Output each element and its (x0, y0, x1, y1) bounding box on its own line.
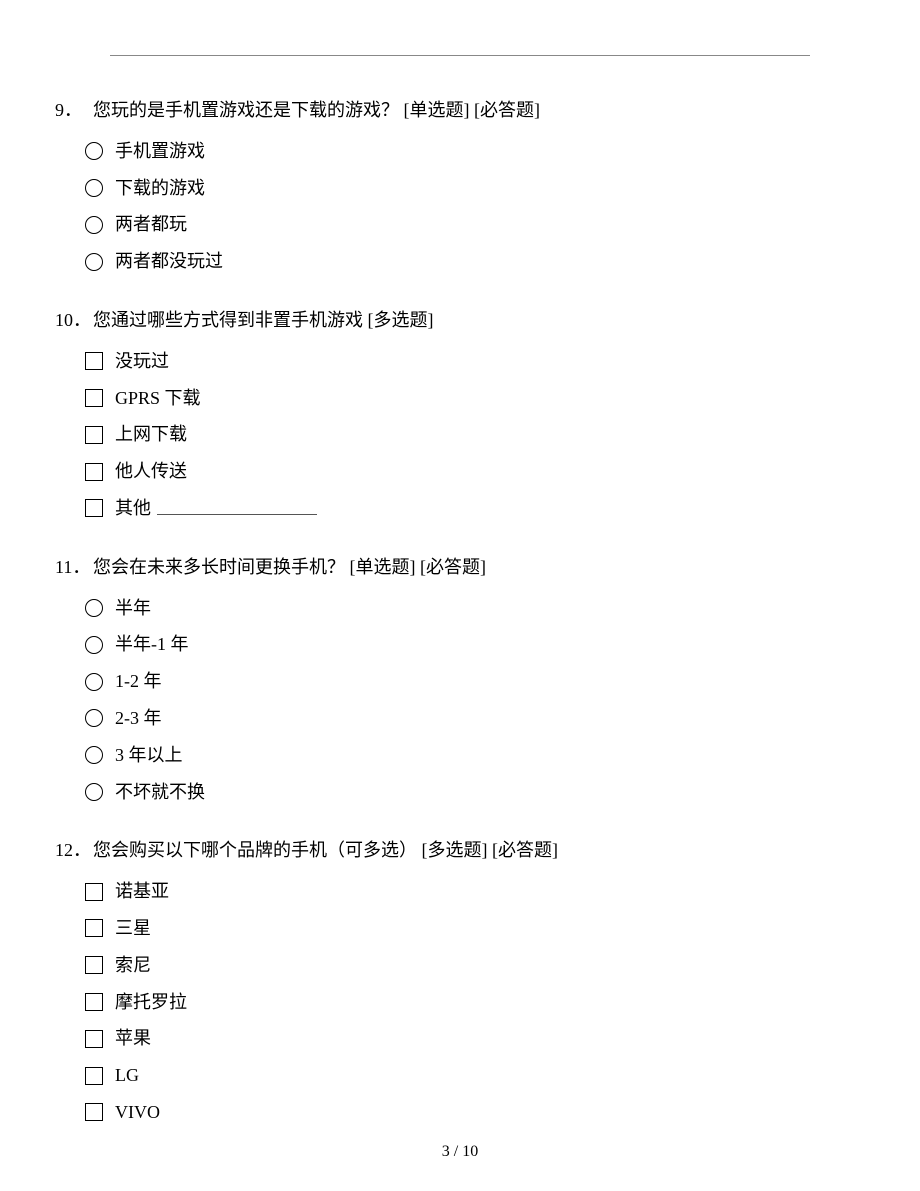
option-label: GPRS 下载 (115, 384, 201, 413)
question-header: 12． 您会购买以下哪个品牌的手机（可多选） [多选题] [必答题] (55, 836, 865, 865)
option-label: 索尼 (115, 951, 151, 980)
option[interactable]: 两者都玩 (85, 210, 865, 239)
question: 9．您玩的是手机置游戏还是下载的游戏？ [单选题] [必答题] 手机置游戏下载的游… (55, 96, 865, 276)
option-label: 半年 (115, 594, 151, 623)
option[interactable]: 摩托罗拉 (85, 988, 865, 1017)
radio-icon[interactable] (85, 216, 103, 234)
option[interactable]: 诺基亚 (85, 877, 865, 906)
checkbox-icon[interactable] (85, 352, 103, 370)
radio-icon[interactable] (85, 746, 103, 764)
option[interactable]: 半年 (85, 594, 865, 623)
checkbox-icon[interactable] (85, 883, 103, 901)
option-list: 半年半年-1 年 1-2 年 2-3 年 3 年以上不坏就不换 (55, 594, 865, 807)
question-text: 您会购买以下哪个品牌的手机（可多选） [多选题] [必答题] (93, 836, 558, 865)
question-header: 9．您玩的是手机置游戏还是下载的游戏？ [单选题] [必答题] (55, 96, 865, 125)
option[interactable]: 其他 (85, 494, 865, 523)
option-label: 苹果 (115, 1024, 151, 1053)
checkbox-icon[interactable] (85, 919, 103, 937)
option[interactable]: 半年-1 年 (85, 630, 865, 659)
option-label: 摩托罗拉 (115, 988, 187, 1017)
option-list: 没玩过 GPRS 下载上网下载他人传送其他 (55, 347, 865, 523)
option-label: VIVO (115, 1098, 160, 1127)
option-label: 两者都玩 (115, 210, 187, 239)
option[interactable]: 下载的游戏 (85, 174, 865, 203)
option[interactable]: 两者都没玩过 (85, 247, 865, 276)
checkbox-icon[interactable] (85, 1030, 103, 1048)
option-label: 其他 (115, 494, 151, 523)
checkbox-icon[interactable] (85, 426, 103, 444)
checkbox-icon[interactable] (85, 499, 103, 517)
option-list: 手机置游戏下载的游戏两者都玩两者都没玩过 (55, 137, 865, 276)
question-number: 12． (55, 836, 93, 865)
option-label: 上网下载 (115, 420, 187, 449)
option[interactable]: 3 年以上 (85, 741, 865, 770)
option[interactable]: 不坏就不换 (85, 778, 865, 807)
option[interactable]: 他人传送 (85, 457, 865, 486)
page-number: 3 / 10 (0, 1143, 920, 1161)
option[interactable]: 三星 (85, 914, 865, 943)
radio-icon[interactable] (85, 709, 103, 727)
question-list: 9．您玩的是手机置游戏还是下载的游戏？ [单选题] [必答题] 手机置游戏下载的游… (55, 96, 865, 1127)
option[interactable]: GPRS 下载 (85, 384, 865, 413)
radio-icon[interactable] (85, 179, 103, 197)
option-label: 三星 (115, 914, 151, 943)
question-text: 您通过哪些方式得到非置手机游戏 [多选题] (93, 306, 434, 335)
option-label: 诺基亚 (115, 877, 169, 906)
checkbox-icon[interactable] (85, 993, 103, 1011)
radio-icon[interactable] (85, 142, 103, 160)
radio-icon[interactable] (85, 253, 103, 271)
option-label: 不坏就不换 (115, 778, 205, 807)
checkbox-icon[interactable] (85, 389, 103, 407)
question-number: 11． (55, 553, 93, 582)
option[interactable]: LG (85, 1061, 865, 1090)
checkbox-icon[interactable] (85, 956, 103, 974)
option[interactable]: 索尼 (85, 951, 865, 980)
option-label: 没玩过 (115, 347, 169, 376)
checkbox-icon[interactable] (85, 1067, 103, 1085)
radio-icon[interactable] (85, 673, 103, 691)
radio-icon[interactable] (85, 783, 103, 801)
question: 10． 您通过哪些方式得到非置手机游戏 [多选题] 没玩过 GPRS 下载上网下载他… (55, 306, 865, 523)
option-label: 两者都没玩过 (115, 247, 223, 276)
option-label: 1-2 年 (115, 667, 162, 696)
question-header: 10． 您通过哪些方式得到非置手机游戏 [多选题] (55, 306, 865, 335)
option-label: 2-3 年 (115, 704, 162, 733)
header-divider (110, 55, 810, 56)
question-number: 9． (55, 96, 93, 125)
question-header: 11． 您会在未来多长时间更换手机？ [单选题] [必答题] (55, 553, 865, 582)
checkbox-icon[interactable] (85, 1103, 103, 1121)
option-label: 下载的游戏 (115, 174, 205, 203)
option[interactable]: 没玩过 (85, 347, 865, 376)
option[interactable]: 上网下载 (85, 420, 865, 449)
option[interactable]: VIVO (85, 1098, 865, 1127)
option-label: 3 年以上 (115, 741, 183, 770)
option-label: LG (115, 1061, 139, 1090)
question-number: 10． (55, 306, 93, 335)
option[interactable]: 手机置游戏 (85, 137, 865, 166)
fillin-line[interactable] (157, 501, 317, 515)
question: 12． 您会购买以下哪个品牌的手机（可多选） [多选题] [必答题] 诺基亚三星索… (55, 836, 865, 1126)
question-text: 您玩的是手机置游戏还是下载的游戏？ [单选题] [必答题] (93, 96, 540, 125)
question-text: 您会在未来多长时间更换手机？ [单选题] [必答题] (93, 553, 486, 582)
checkbox-icon[interactable] (85, 463, 103, 481)
question: 11． 您会在未来多长时间更换手机？ [单选题] [必答题] 半年半年-1 年 1-… (55, 553, 865, 807)
option[interactable]: 2-3 年 (85, 704, 865, 733)
radio-icon[interactable] (85, 599, 103, 617)
option-list: 诺基亚三星索尼摩托罗拉苹果 LG VIVO (55, 877, 865, 1127)
option[interactable]: 1-2 年 (85, 667, 865, 696)
option-label: 半年-1 年 (115, 630, 189, 659)
option-label: 他人传送 (115, 457, 187, 486)
radio-icon[interactable] (85, 636, 103, 654)
option-label: 手机置游戏 (115, 137, 205, 166)
option[interactable]: 苹果 (85, 1024, 865, 1053)
